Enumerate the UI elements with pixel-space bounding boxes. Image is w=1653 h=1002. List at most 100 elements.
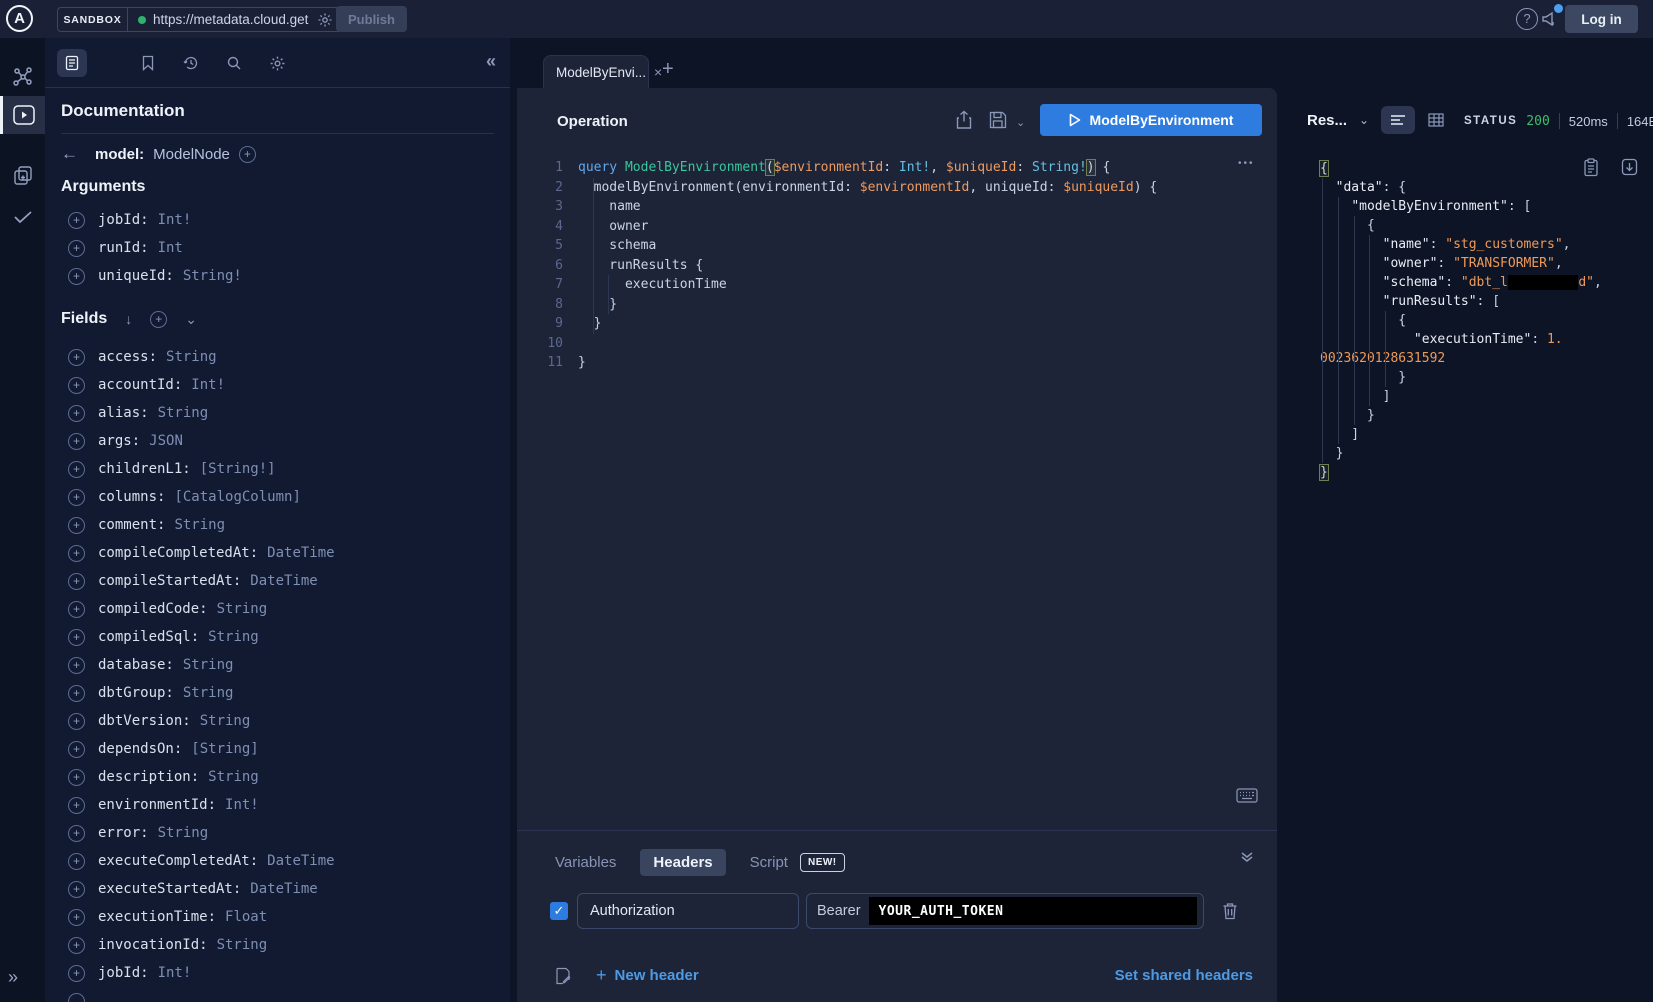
graphql-editor[interactable]: 1query ModelByEnvironment($environmentId… — [517, 158, 1157, 373]
auth-token-value[interactable]: YOUR_AUTH_TOKEN — [869, 897, 1197, 925]
operation-menu-kebab-icon[interactable]: ••• — [1238, 158, 1255, 169]
new-header-button[interactable]: + New header — [596, 965, 699, 986]
raw-view-icon[interactable] — [1381, 106, 1415, 134]
add-field-icon[interactable]: + — [68, 881, 85, 898]
saved-operations-bookmark-icon[interactable] — [133, 49, 163, 77]
header-enabled-checkbox[interactable]: ✓ — [550, 902, 568, 920]
field-type[interactable]: DateTime — [250, 881, 317, 897]
endpoint-settings-gear-icon[interactable] — [317, 12, 333, 28]
field-name[interactable]: compileCompletedAt: — [98, 545, 258, 561]
add-field-icon[interactable]: + — [68, 657, 85, 674]
add-field-icon[interactable]: + — [68, 517, 85, 534]
field-type[interactable]: String — [158, 405, 209, 421]
field-type[interactable]: Float — [225, 909, 267, 925]
set-shared-headers-link[interactable]: Set shared headers — [1115, 967, 1253, 984]
field-name[interactable]: comment: — [98, 517, 165, 533]
collapse-request-panel-icon[interactable] — [1240, 850, 1254, 864]
back-arrow-icon[interactable]: ← — [61, 144, 78, 164]
field-name[interactable]: error: — [98, 825, 149, 841]
add-all-fields-icon[interactable]: + — [239, 146, 256, 163]
edit-headers-doc-icon[interactable] — [555, 967, 572, 985]
add-field-icon[interactable]: + — [68, 825, 85, 842]
breadcrumb-type[interactable]: ModelNode — [153, 146, 230, 163]
field-type[interactable]: DateTime — [250, 573, 317, 589]
add-field-icon[interactable]: + — [68, 629, 85, 646]
header-value-field[interactable]: Bearer YOUR_AUTH_TOKEN — [806, 893, 1204, 929]
field-name[interactable]: access: — [98, 349, 157, 365]
field-name[interactable]: compiledSql: — [98, 629, 199, 645]
field-name[interactable]: compileStartedAt: — [98, 573, 241, 589]
field-type[interactable]: [String] — [191, 741, 258, 757]
field-type[interactable]: String — [174, 517, 225, 533]
field-type[interactable]: String — [166, 349, 217, 365]
sort-fields-icon[interactable]: ↓ — [125, 311, 132, 327]
field-type[interactable]: String — [183, 685, 234, 701]
field-type[interactable]: Int! — [191, 377, 225, 393]
save-icon[interactable] — [989, 111, 1007, 129]
collapse-docs-icon[interactable]: « — [486, 51, 496, 72]
field-name[interactable]: environmentId: — [98, 797, 216, 813]
operation-collections-icon[interactable] — [0, 156, 45, 194]
run-operation-button[interactable]: ModelByEnvironment — [1040, 104, 1262, 136]
field-type[interactable]: String — [217, 601, 268, 617]
add-fields-icon[interactable]: + — [150, 311, 167, 328]
field-name[interactable]: accountId: — [98, 377, 182, 393]
field-type[interactable]: DateTime — [267, 545, 334, 561]
add-field-icon[interactable]: + — [68, 489, 85, 506]
field-name[interactable]: compiledCode: — [98, 601, 208, 617]
add-field-icon[interactable]: + — [68, 937, 85, 954]
field-type[interactable]: [String!] — [200, 461, 276, 477]
help-icon[interactable]: ? — [1516, 8, 1538, 30]
add-field-icon[interactable]: + — [68, 212, 85, 229]
field-type[interactable]: String — [208, 629, 259, 645]
field-name[interactable]: dependsOn: — [98, 741, 182, 757]
documentation-tab-icon[interactable] — [57, 49, 87, 77]
field-name[interactable]: runId: — [98, 240, 149, 256]
add-field-icon[interactable]: + — [68, 461, 85, 478]
add-field-icon[interactable]: + — [68, 377, 85, 394]
add-field-icon[interactable]: + — [68, 713, 85, 730]
tab-variables[interactable]: Variables — [555, 854, 616, 871]
header-name-input[interactable] — [577, 893, 799, 929]
field-name[interactable]: alias: — [98, 405, 149, 421]
schema-graph-icon[interactable] — [0, 58, 45, 96]
add-field-icon[interactable]: + — [68, 853, 85, 870]
close-tab-icon[interactable]: × — [654, 64, 662, 80]
add-field-icon[interactable] — [68, 993, 85, 1002]
add-field-icon[interactable]: + — [68, 349, 85, 366]
add-field-icon[interactable]: + — [68, 909, 85, 926]
field-type[interactable]: [CatalogColumn] — [174, 489, 300, 505]
field-type[interactable]: DateTime — [267, 853, 334, 869]
field-type[interactable]: JSON — [149, 433, 183, 449]
add-field-icon[interactable]: + — [68, 268, 85, 285]
expand-rail-icon[interactable]: » — [8, 967, 18, 988]
add-field-icon[interactable]: + — [68, 797, 85, 814]
field-type[interactable]: Int! — [158, 965, 192, 981]
field-name[interactable]: jobId: — [98, 212, 149, 228]
tab-script[interactable]: Script — [750, 854, 788, 871]
add-field-icon[interactable]: + — [68, 769, 85, 786]
field-type[interactable]: String — [208, 769, 259, 785]
field-type[interactable]: String — [217, 937, 268, 953]
field-name[interactable]: dbtVersion: — [98, 713, 191, 729]
add-field-icon[interactable]: + — [68, 545, 85, 562]
add-field-icon[interactable]: + — [68, 433, 85, 450]
field-name[interactable]: args: — [98, 433, 140, 449]
fields-chevron-icon[interactable]: ⌄ — [185, 311, 197, 328]
search-icon[interactable] — [219, 49, 249, 77]
add-field-icon[interactable]: + — [68, 240, 85, 257]
field-name[interactable]: jobId: — [98, 965, 149, 981]
field-type[interactable]: String! — [183, 268, 242, 284]
field-name[interactable]: childrenL1: — [98, 461, 191, 477]
add-field-icon[interactable]: + — [68, 685, 85, 702]
share-icon[interactable] — [955, 110, 973, 130]
response-title[interactable]: Res... — [1307, 112, 1347, 129]
endpoint-url-input[interactable]: https://metadata.cloud.get — [153, 12, 315, 27]
new-tab-icon[interactable]: + — [662, 58, 674, 81]
field-name[interactable]: executeCompletedAt: — [98, 853, 258, 869]
field-name[interactable]: database: — [98, 657, 174, 673]
explorer-icon[interactable] — [0, 96, 45, 134]
tab-headers[interactable]: Headers — [640, 849, 725, 876]
checks-icon[interactable] — [0, 198, 45, 236]
field-name[interactable]: columns: — [98, 489, 165, 505]
